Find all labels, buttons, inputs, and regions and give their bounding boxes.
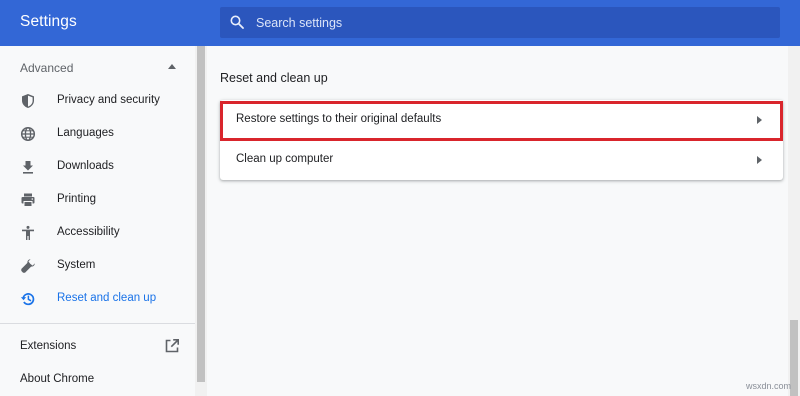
sidebar-item-label: Printing [57, 193, 96, 205]
search-input[interactable] [256, 7, 756, 38]
external-link-icon [165, 339, 179, 353]
sidebar-item-label: Downloads [57, 160, 114, 172]
clean-up-computer-row[interactable]: Clean up computer [220, 140, 783, 180]
sidebar-scrollbar[interactable] [195, 46, 207, 396]
sidebar-divider [0, 323, 195, 324]
main-scrollbar-thumb[interactable] [790, 320, 798, 396]
shield-icon [22, 94, 34, 108]
sidebar: Advanced Privacy and security Languages … [0, 46, 195, 396]
download-icon [23, 161, 33, 174]
search-box[interactable] [220, 7, 780, 38]
printer-icon [21, 193, 35, 207]
restore-icon [20, 293, 35, 306]
chevron-right-icon [757, 156, 762, 164]
advanced-label: Advanced [20, 61, 74, 75]
section-title: Reset and clean up [220, 71, 328, 85]
app-title: Settings [20, 13, 77, 30]
advanced-section-toggle[interactable]: Advanced [0, 58, 195, 80]
sidebar-item-reset[interactable]: Reset and clean up [0, 284, 195, 314]
sidebar-scrollbar-thumb[interactable] [197, 46, 205, 382]
row-label: Restore settings to their original defau… [236, 113, 442, 125]
about-label: About Chrome [20, 373, 95, 385]
sidebar-item-label: Privacy and security [57, 94, 160, 106]
main-scrollbar[interactable] [788, 46, 800, 396]
sidebar-item-about[interactable]: About Chrome [0, 367, 195, 393]
chevron-up-icon [168, 64, 176, 69]
sidebar-item-accessibility[interactable]: Accessibility [0, 218, 195, 248]
main-content: Reset and clean up Restore settings to t… [207, 46, 788, 396]
top-bar: Settings [0, 0, 800, 46]
sidebar-item-label: Reset and clean up [57, 292, 157, 304]
reset-card: Restore settings to their original defau… [220, 100, 783, 180]
extensions-label: Extensions [20, 340, 77, 352]
sidebar-item-label: Languages [57, 127, 114, 139]
sidebar-item-downloads[interactable]: Downloads [0, 152, 195, 182]
wrench-icon [21, 259, 35, 273]
sidebar-item-privacy[interactable]: Privacy and security [0, 86, 195, 116]
row-label: Clean up computer [236, 153, 334, 165]
search-icon [230, 15, 244, 29]
restore-defaults-row[interactable]: Restore settings to their original defau… [220, 100, 783, 140]
globe-icon [20, 126, 36, 142]
sidebar-item-printing[interactable]: Printing [0, 185, 195, 215]
accessibility-icon [22, 225, 34, 240]
sidebar-item-label: Accessibility [57, 226, 120, 238]
chevron-right-icon [757, 116, 762, 124]
watermark: wsxdn.com [746, 381, 792, 391]
sidebar-item-extensions[interactable]: Extensions [0, 334, 195, 360]
sidebar-item-languages[interactable]: Languages [0, 119, 195, 149]
sidebar-item-label: System [57, 259, 96, 271]
sidebar-item-system[interactable]: System [0, 251, 195, 281]
